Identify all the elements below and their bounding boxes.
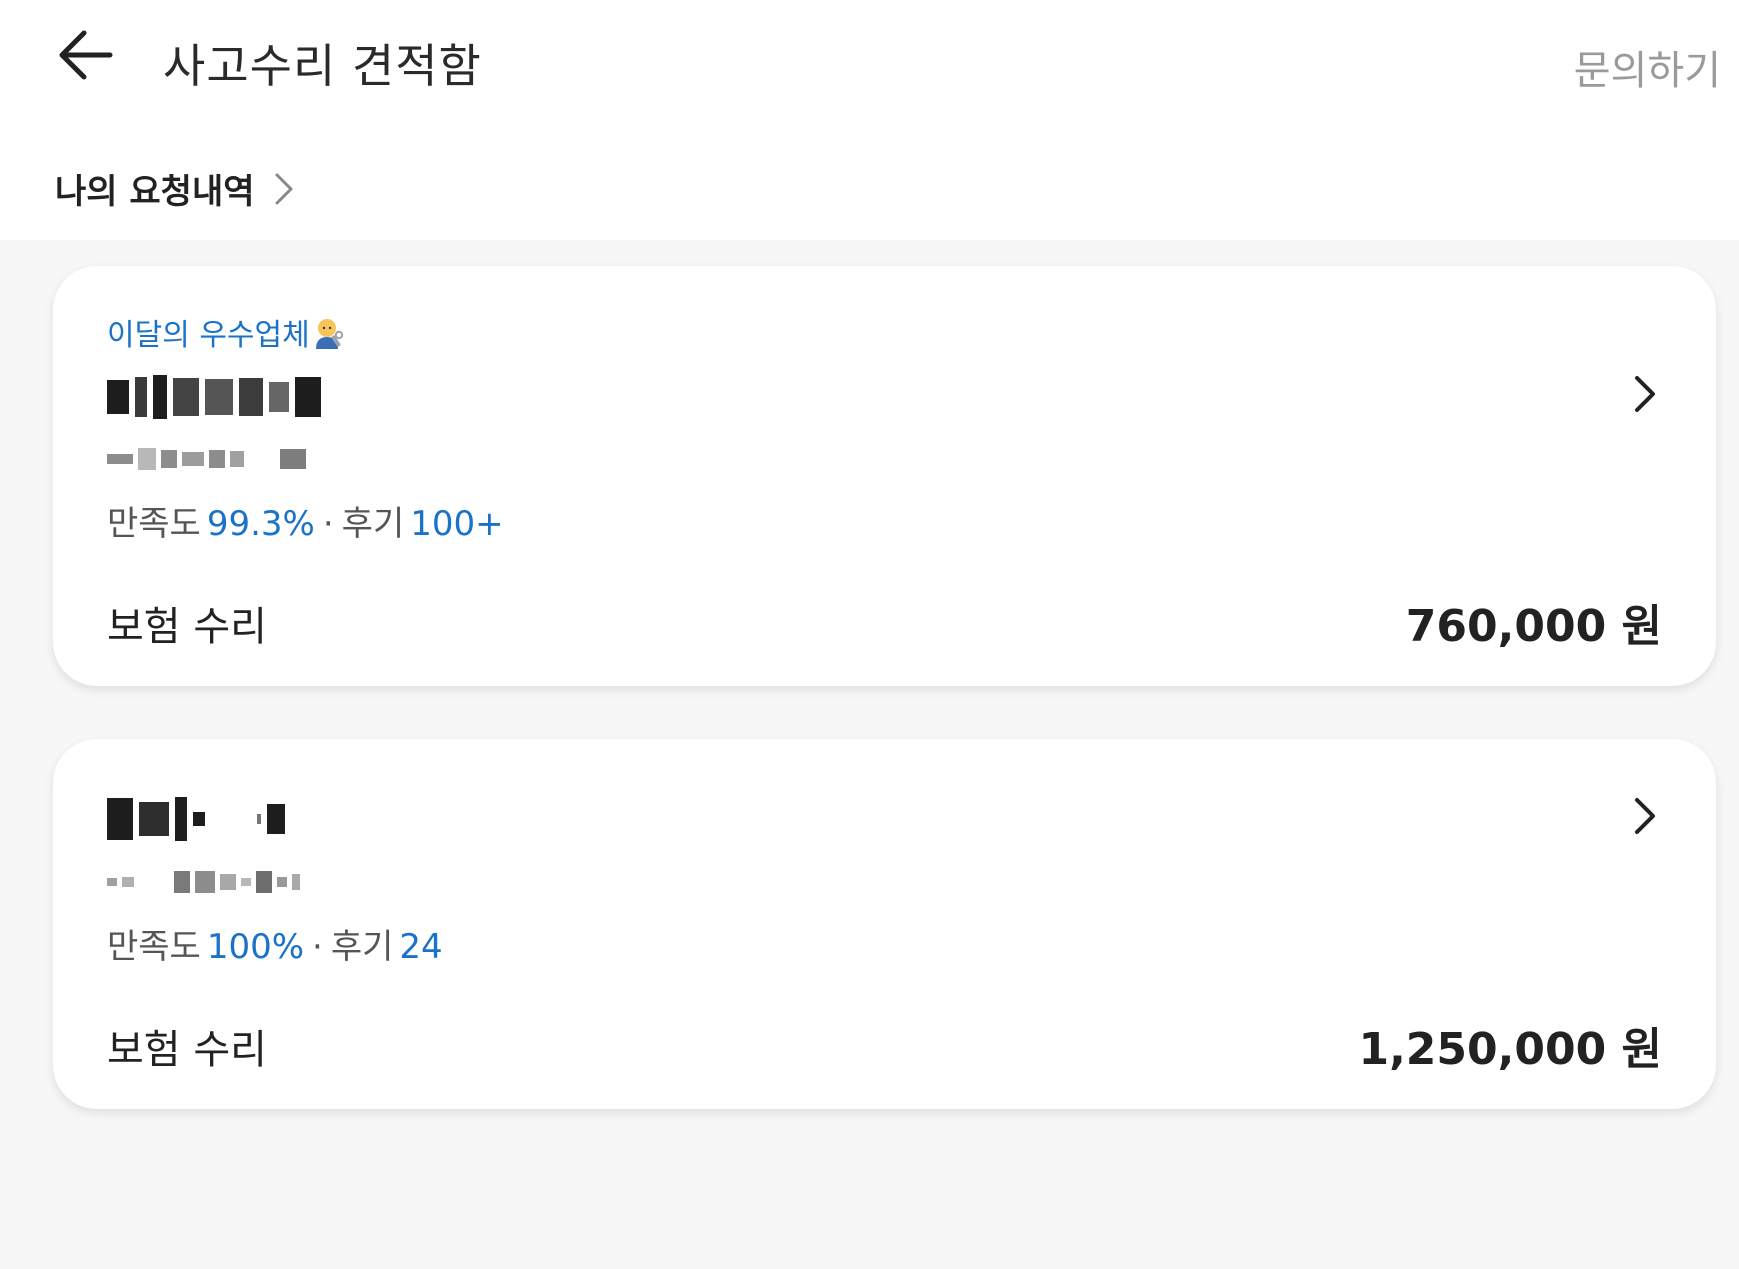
arrow-left-icon	[59, 30, 113, 80]
shop-card[interactable]: 이달의 우수업체 만족도 99.3% · 후기 100+ 보험 수리 760,0…	[53, 266, 1716, 686]
chevron-right-icon	[275, 173, 293, 204]
reviews-count: 100+	[410, 504, 504, 544]
reviews-label: 후기	[341, 504, 405, 544]
satisfaction-label: 만족도	[107, 927, 201, 967]
separator-dot: ·	[312, 927, 323, 967]
satisfaction-value: 99.3%	[206, 504, 315, 544]
chevron-right-icon	[1635, 798, 1655, 834]
service-type: 보험 수리	[107, 604, 267, 650]
inquiry-button[interactable]: 문의하기	[1574, 38, 1721, 96]
separator-dot: ·	[322, 504, 334, 544]
shop-name-redacted	[107, 374, 321, 420]
shop-name-redacted	[107, 796, 285, 842]
mechanic-emoji-icon	[315, 319, 343, 349]
page-title: 사고수리 견적함	[163, 39, 482, 93]
satisfaction-value: 100%	[206, 927, 305, 967]
quote-price: 1,250,000 원	[1358, 1024, 1662, 1075]
shop-card[interactable]: 만족도 100% · 후기 24 보험 수리 1,250,000 원	[53, 739, 1716, 1109]
back-button[interactable]	[52, 28, 132, 98]
my-requests-link[interactable]: 나의 요청내역	[55, 164, 295, 213]
my-requests-label: 나의 요청내역	[55, 172, 255, 212]
chevron-right-icon	[1635, 376, 1655, 412]
shop-stats: 만족도 99.3% · 후기 100+	[107, 496, 504, 545]
shop-stats: 만족도 100% · 후기 24	[107, 919, 443, 968]
badge-label: 이달의 우수업체	[107, 318, 310, 353]
reviews-count: 24	[399, 927, 443, 967]
reviews-label: 후기	[330, 927, 394, 967]
app-header: 사고수리 견적함 문의하기 나의 요청내역	[0, 0, 1739, 240]
service-type: 보험 수리	[107, 1027, 267, 1073]
shop-address-redacted	[107, 444, 306, 474]
top-shop-badge: 이달의 우수업체	[107, 310, 346, 354]
satisfaction-label: 만족도	[107, 504, 201, 544]
quote-price: 760,000 원	[1405, 601, 1662, 652]
shop-address-redacted	[107, 867, 300, 897]
